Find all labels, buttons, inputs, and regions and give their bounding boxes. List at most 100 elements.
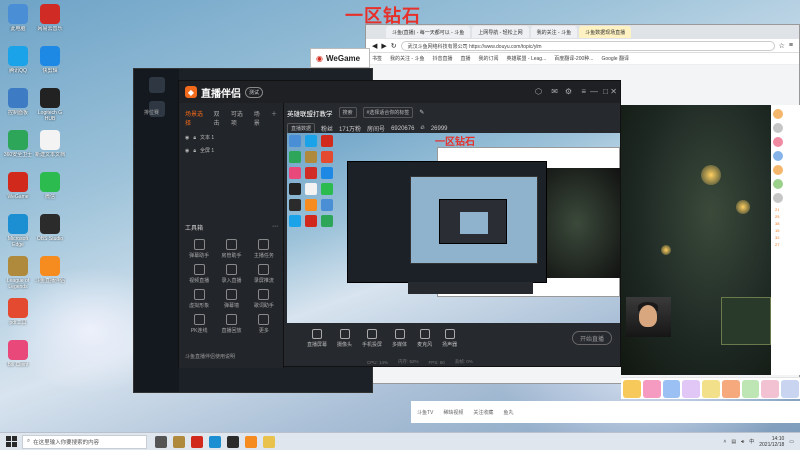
source-button[interactable]: 摄像头 bbox=[337, 328, 352, 348]
chevron-up-icon[interactable]: ˄ bbox=[723, 439, 726, 445]
tab-scene[interactable]: 场景选择 bbox=[185, 109, 208, 127]
lock-icon[interactable]: 🔒︎ bbox=[193, 148, 196, 154]
message-icon[interactable]: ✉ bbox=[551, 87, 558, 96]
tool-button[interactable]: 房管助手 bbox=[215, 239, 247, 259]
cube-icon[interactable]: ⬡ bbox=[535, 87, 542, 96]
edge-icon[interactable] bbox=[209, 435, 221, 448]
source-button[interactable]: 直播屏幕 bbox=[307, 328, 327, 348]
gift-icon[interactable] bbox=[623, 380, 641, 398]
explorer-icon[interactable] bbox=[263, 435, 275, 448]
volume-icon[interactable]: 🔊︎ bbox=[741, 439, 744, 445]
bottom-item[interactable]: 稀缺视频 bbox=[443, 409, 463, 416]
desktop-icon[interactable]: League of Legends bbox=[2, 256, 34, 290]
desktop-icon[interactable]: 微信 bbox=[34, 172, 66, 206]
douyu-icon[interactable] bbox=[245, 435, 257, 448]
stream-preview[interactable]: 一区钻石 bbox=[287, 133, 620, 323]
lock-icon[interactable]: 🔒︎ bbox=[193, 135, 196, 141]
desktop-icon[interactable]: OBS Studio bbox=[34, 214, 66, 248]
browser-tab[interactable]: 斗鱼(直播) - 每一天都可以 - 斗鱼 bbox=[386, 26, 471, 38]
desktop-icon[interactable]: 控制面板 bbox=[2, 88, 34, 122]
desktop-icon[interactable]: pdf工具 bbox=[2, 298, 34, 332]
desktop-icon[interactable]: 网易云音乐 bbox=[34, 4, 66, 38]
tool-button[interactable]: 歌词助手 bbox=[248, 289, 280, 309]
tool-button[interactable]: 弹幕墙 bbox=[215, 289, 247, 309]
bookmark[interactable]: 直播 bbox=[460, 55, 470, 62]
desktop-icon[interactable]: 快剪辑 bbox=[34, 46, 66, 80]
star-icon[interactable]: ☆ bbox=[779, 42, 785, 50]
tool-button[interactable]: 直播回放 bbox=[215, 314, 247, 334]
gift-icon[interactable] bbox=[721, 380, 740, 398]
gift-icon[interactable] bbox=[761, 380, 780, 398]
clock[interactable]: 14:10 2021/12/18 bbox=[759, 436, 784, 448]
tool-button[interactable]: 主播任务 bbox=[248, 239, 280, 259]
network-icon[interactable]: ▤ bbox=[731, 439, 736, 445]
scene-item[interactable]: ◉ 🔒︎ 文本 1 bbox=[179, 131, 283, 144]
browser-tab[interactable]: 上网导航 - 轻松上网 bbox=[472, 26, 529, 38]
tab-scenes[interactable]: 场景 bbox=[254, 109, 265, 127]
desktop-icon[interactable]: 此电脑 bbox=[2, 4, 34, 38]
eye-icon[interactable]: ◉ bbox=[185, 148, 189, 154]
scene-item[interactable]: ◉ 🔒︎ 全屏 1 bbox=[179, 144, 283, 157]
gift-icon[interactable] bbox=[741, 380, 760, 398]
tool-button[interactable]: 录入直播 bbox=[215, 264, 247, 284]
browser-tab[interactable]: 我的关注 - 斗鱼 bbox=[530, 26, 578, 38]
bottom-item[interactable]: 关注收藏 bbox=[473, 409, 493, 416]
desktop-icon[interactable]: 360安全卫士 bbox=[2, 130, 34, 164]
gift-icon[interactable] bbox=[702, 380, 720, 398]
eye-icon[interactable]: ◉ bbox=[185, 135, 189, 141]
desktop-icon[interactable]: Bili Client bbox=[2, 340, 34, 374]
room-tag[interactable]: #选择适合你的标签 bbox=[362, 107, 414, 118]
task-view-icon[interactable] bbox=[155, 435, 167, 448]
tab-double[interactable]: 双击 bbox=[214, 109, 225, 127]
source-button[interactable]: 扬声器 bbox=[442, 328, 457, 348]
obs-icon[interactable] bbox=[227, 435, 239, 448]
wegame-titlebar[interactable]: ◉ WeGame bbox=[310, 48, 370, 68]
lol-icon[interactable] bbox=[148, 77, 165, 93]
add-icon[interactable]: ＋ bbox=[271, 109, 277, 127]
gift-icon[interactable] bbox=[682, 380, 701, 398]
close-icon[interactable]: ✕ bbox=[610, 87, 617, 96]
desktop-icon[interactable]: 斗鱼直播伴侣 bbox=[34, 256, 66, 290]
start-stream-button[interactable]: 开始直播 bbox=[572, 331, 612, 345]
lol-icon[interactable] bbox=[173, 435, 185, 448]
bottom-item[interactable]: 鱼丸 bbox=[503, 409, 513, 416]
notice-text[interactable]: 斗鱼直播伴侣使用说明 bbox=[185, 353, 280, 360]
source-button[interactable]: 多媒体 bbox=[392, 328, 407, 348]
bookmark[interactable]: 抖音直播 bbox=[432, 55, 452, 62]
edit-icon[interactable]: ✎ bbox=[419, 109, 424, 116]
bookmark[interactable]: 百度翻译-200种... bbox=[554, 55, 593, 62]
menu-icon[interactable]: ≡ bbox=[581, 87, 586, 96]
bookmark[interactable]: 我的关注 - 斗鱼 bbox=[390, 55, 424, 62]
maximize-icon[interactable]: □ bbox=[603, 87, 608, 96]
settings-icon[interactable]: ⚙ bbox=[565, 87, 572, 96]
gift-icon[interactable] bbox=[781, 380, 800, 398]
wegame-icon[interactable] bbox=[191, 435, 203, 448]
desktop-icon[interactable]: Microsoft Edge bbox=[2, 214, 34, 248]
gift-icon[interactable] bbox=[642, 380, 661, 398]
refresh-icon[interactable]: ↻ bbox=[391, 42, 397, 50]
bottom-item[interactable]: 斗鱼TV bbox=[417, 409, 433, 416]
tool-button[interactable]: 虚拟形象 bbox=[183, 289, 215, 309]
bookmark[interactable]: 英雄联盟 - Leag... bbox=[507, 55, 547, 62]
tab-options[interactable]: 可选项 bbox=[231, 109, 248, 127]
desktop-icon[interactable]: WeGame bbox=[2, 172, 34, 206]
desktop-icon[interactable]: 腾讯QQ bbox=[2, 46, 34, 80]
desktop-icon[interactable]: Logitech G HUB bbox=[34, 88, 66, 122]
source-button[interactable]: 手机投屏 bbox=[362, 328, 382, 348]
taskbar-search[interactable]: ⌕ 在这里输入你要搜索的内容 bbox=[22, 434, 147, 449]
tool-button[interactable]: 录屏推流 bbox=[248, 264, 280, 284]
room-title[interactable]: 英雄联盟打教学 bbox=[287, 108, 333, 118]
more-icon[interactable]: ⋯ bbox=[272, 223, 278, 232]
windows-start-icon[interactable] bbox=[4, 435, 18, 449]
notification-icon[interactable]: ▭ bbox=[789, 439, 794, 445]
source-button[interactable]: 麦克风 bbox=[417, 328, 432, 348]
room-chip[interactable]: 搜索 bbox=[338, 107, 357, 118]
browser-tab-active[interactable]: 斗鱼数据现场直播 bbox=[579, 26, 632, 38]
url-input[interactable]: 武汉斗鱼网络科技有限公司 https://www.douyu.com/topic… bbox=[400, 40, 775, 51]
bookmark[interactable]: Google 翻译 bbox=[601, 55, 629, 62]
bookmark[interactable]: 我的订阅 bbox=[479, 55, 499, 62]
back-icon[interactable]: ◀ bbox=[372, 42, 377, 50]
tool-button[interactable]: 弹幕助手 bbox=[183, 239, 215, 259]
tool-button[interactable]: 更多 bbox=[248, 314, 280, 334]
tool-button[interactable]: PK连线 bbox=[183, 314, 215, 334]
